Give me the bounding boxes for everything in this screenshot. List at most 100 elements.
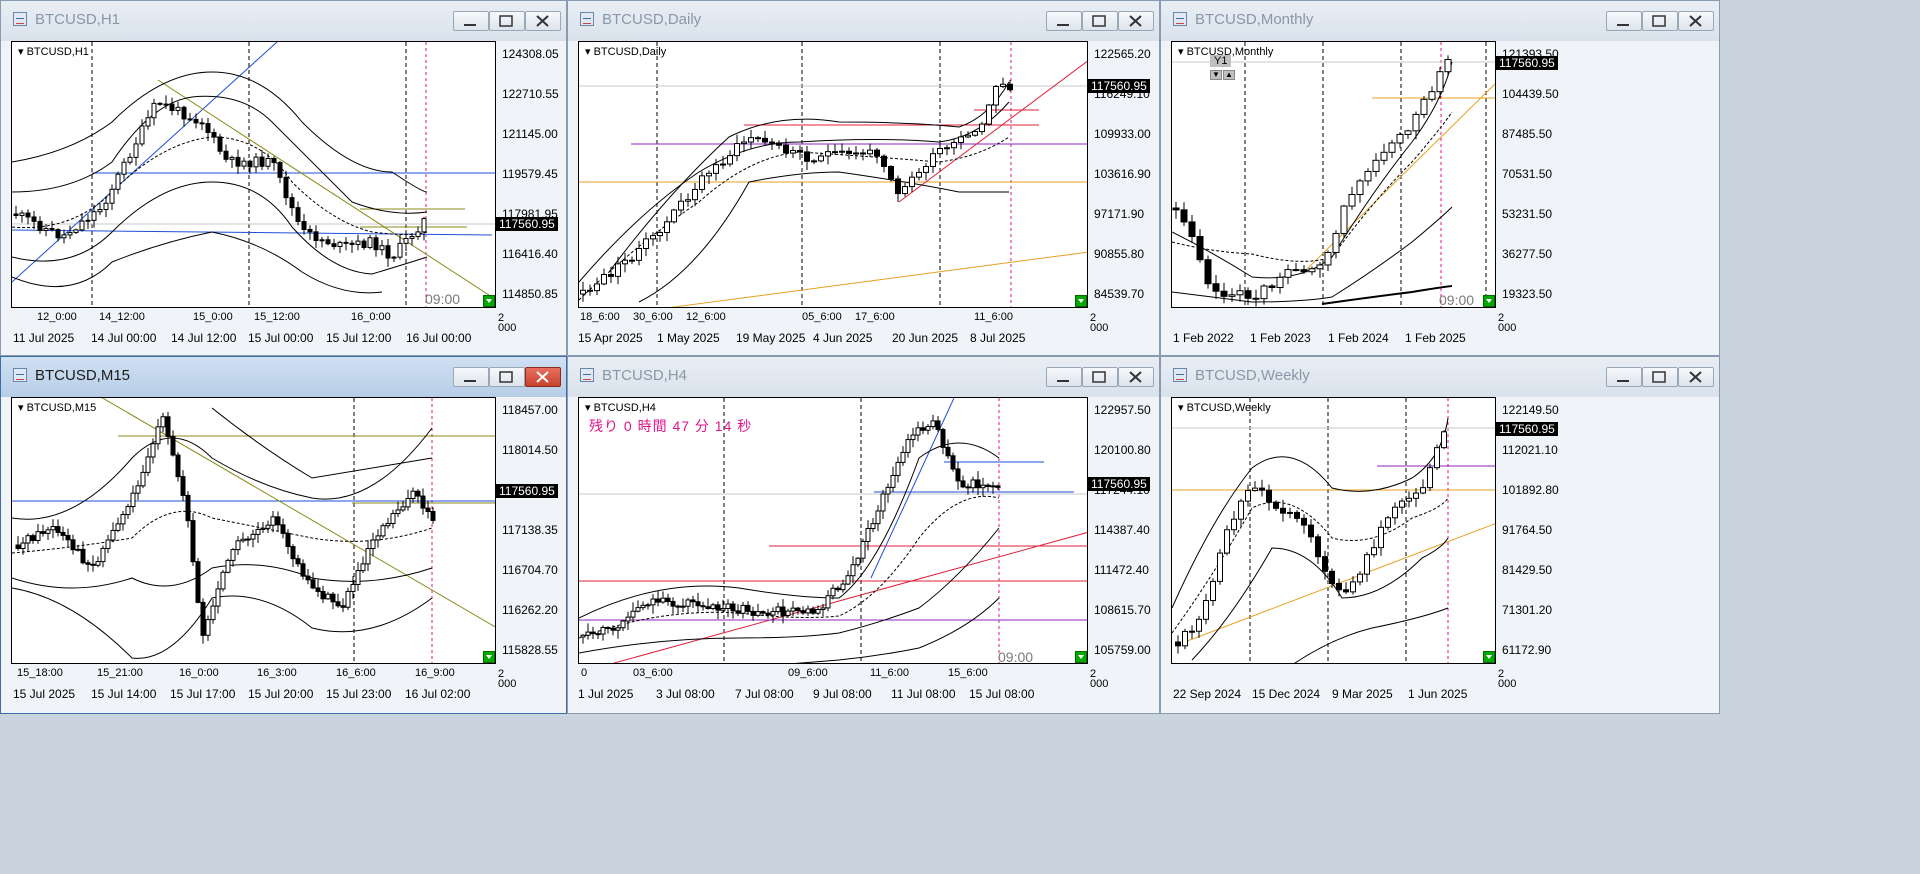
candle-body <box>1292 269 1300 272</box>
title-bar[interactable]: BTCUSD,Weekly <box>1161 357 1719 397</box>
chart-window-weekly[interactable]: BTCUSD,Weekly ▾ BTCUSD,Weekly 122149.50 … <box>1160 356 1720 714</box>
candle-body <box>223 150 229 160</box>
minimize-button[interactable] <box>453 11 489 31</box>
candle-body <box>845 575 851 585</box>
candle-body <box>67 232 73 236</box>
candle-body <box>185 494 191 522</box>
maximize-button[interactable] <box>1642 367 1678 387</box>
zoom-out-icon[interactable]: ▼ <box>1210 70 1222 80</box>
maximize-button[interactable] <box>1082 367 1118 387</box>
candle-body <box>1434 447 1440 469</box>
minimize-button[interactable] <box>1046 11 1082 31</box>
maximize-button[interactable] <box>1642 11 1678 31</box>
price-label: 121145.00 <box>502 127 558 141</box>
minimize-button[interactable] <box>1606 11 1642 31</box>
candle-body <box>130 492 136 508</box>
candle-body <box>1324 251 1332 266</box>
candle-body <box>345 590 351 608</box>
candle-body <box>100 547 106 563</box>
candle-body <box>915 427 921 436</box>
close-button[interactable] <box>1118 11 1154 31</box>
candle-body <box>49 228 55 231</box>
chart-window-monthly[interactable]: BTCUSD,Monthly ▾ BTCUSD,Monthly Y1 ▼ ▲ 0… <box>1160 0 1720 356</box>
close-button[interactable] <box>1118 367 1154 387</box>
candle-body <box>905 439 911 453</box>
candle-body <box>265 157 271 167</box>
candle-body <box>375 535 381 541</box>
candle-body <box>400 506 406 511</box>
trade-panel-toggle-icon[interactable] <box>1075 295 1087 307</box>
title-bar[interactable]: BTCUSD,H1 <box>1 1 566 41</box>
corner-scale: 2 000 <box>1498 312 1517 334</box>
chart-plot-area[interactable]: ▾ BTCUSD,Weekly <box>1171 397 1496 664</box>
candle-body <box>615 627 621 631</box>
candle-body <box>840 583 846 591</box>
candle-body <box>385 523 391 527</box>
price-label: 116262.20 <box>502 603 558 617</box>
zoom-in-icon[interactable]: ▲ <box>1223 70 1235 80</box>
time-axis: 22 Sep 2024 15 Dec 2024 9 Mar 2025 1 Jun… <box>1171 664 1496 704</box>
window-title: BTCUSD,Daily <box>602 11 702 28</box>
minimize-icon <box>1617 24 1629 26</box>
price-label: 115828.55 <box>502 643 558 657</box>
maximize-button[interactable] <box>1082 11 1118 31</box>
candle-body <box>825 595 831 609</box>
title-bar[interactable]: BTCUSD,H4 <box>568 357 1159 397</box>
trade-panel-toggle-icon[interactable] <box>483 651 495 663</box>
close-button[interactable] <box>1678 367 1714 387</box>
candle-body <box>259 156 265 167</box>
candle-body <box>289 197 295 209</box>
candle-body <box>880 493 886 512</box>
trade-panel-toggle-icon[interactable] <box>1483 651 1495 663</box>
time-label: 17_6:00 <box>855 311 895 323</box>
candle-body <box>670 600 676 607</box>
date-label: 15 Jul 14:00 <box>91 687 157 701</box>
minimize-button[interactable] <box>1046 367 1082 387</box>
trade-panel-toggle-icon[interactable] <box>1075 651 1087 663</box>
chart-window-h4[interactable]: BTCUSD,H4 ▾ BTCUSD,H4 残り 0 時間 47 分 14 秒 … <box>567 356 1160 714</box>
corner-scale: 2 000 <box>1090 312 1109 334</box>
maximize-button[interactable] <box>489 11 525 31</box>
date-label: 1 Feb 2025 <box>1405 331 1466 345</box>
time-label: 15_6:00 <box>948 667 988 679</box>
candle-body <box>365 548 371 565</box>
trade-panel-toggle-icon[interactable] <box>483 295 495 307</box>
candle-body <box>741 141 747 145</box>
chart-window-m15[interactable]: BTCUSD,M15 ▾ BTCUSD,M15 118457.00 118014… <box>0 356 567 714</box>
chart-window-h1[interactable]: BTCUSD,H1 ▾ BTCUSD,H1 09:00 124308.05 12… <box>0 0 567 356</box>
candle-body <box>415 490 421 497</box>
chart-plot-area[interactable]: ▾ BTCUSD,H4 残り 0 時間 47 分 14 秒 09:00 <box>578 397 1088 664</box>
candle-body <box>1175 641 1181 647</box>
candle-body <box>608 273 614 277</box>
date-label: 19 May 2025 <box>736 331 806 345</box>
close-button[interactable] <box>525 367 561 387</box>
chart-plot-area[interactable]: ▾ BTCUSD,H1 09:00 <box>11 41 496 308</box>
candle-body <box>657 231 663 237</box>
close-button[interactable] <box>525 11 561 31</box>
candle-body <box>810 608 816 614</box>
candle-body <box>135 485 141 494</box>
title-bar[interactable]: BTCUSD,M15 <box>1 357 566 397</box>
candle-body <box>790 607 796 612</box>
candle-body <box>665 597 671 602</box>
candle-body <box>205 123 211 134</box>
chart-plot-area[interactable]: ▾ BTCUSD,M15 <box>11 397 496 664</box>
candle-body <box>1322 556 1328 572</box>
candle-body <box>139 125 145 145</box>
candle-body <box>275 516 281 526</box>
title-bar[interactable]: BTCUSD,Monthly <box>1161 1 1719 41</box>
maximize-button[interactable] <box>489 367 525 387</box>
chart-plot-area[interactable]: ▾ BTCUSD,Monthly Y1 ▼ ▲ 09:00 <box>1171 41 1496 308</box>
price-chart <box>579 398 1087 663</box>
close-button[interactable] <box>1678 11 1714 31</box>
minimize-button[interactable] <box>453 367 489 387</box>
chart-window-daily[interactable]: BTCUSD,Daily ▾ BTCUSD,Daily 122565.20 11… <box>567 0 1160 356</box>
candle-body <box>835 587 841 591</box>
chart-plot-area[interactable]: ▾ BTCUSD,Daily <box>578 41 1088 308</box>
date-label: 15 Apr 2025 <box>578 331 643 345</box>
candle-body <box>850 564 856 577</box>
minimize-button[interactable] <box>1606 367 1642 387</box>
title-bar[interactable]: BTCUSD,Daily <box>568 1 1159 41</box>
trade-panel-toggle-icon[interactable] <box>1483 295 1495 307</box>
time-label: 03_6:00 <box>633 667 673 679</box>
